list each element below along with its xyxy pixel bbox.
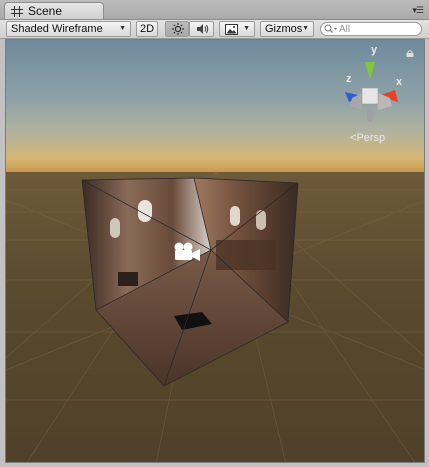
scene-graphics bbox=[6, 62, 424, 462]
gizmos-dropdown[interactable]: Gizmos ▼ bbox=[260, 21, 314, 37]
draw-mode-label: Shaded Wireframe bbox=[11, 23, 103, 35]
search-icon bbox=[324, 24, 337, 33]
draw-mode-dropdown[interactable]: Shaded Wireframe ▼ bbox=[6, 21, 131, 37]
search-placeholder: All bbox=[339, 23, 351, 35]
scene-toolbar: Shaded Wireframe ▼ 2D ▼ Gizmos ▼ All bbox=[0, 20, 429, 39]
2d-label: 2D bbox=[140, 23, 155, 35]
dropdown-arrow-icon: ▼ bbox=[119, 25, 126, 32]
speaker-icon bbox=[197, 24, 209, 34]
lock-icon[interactable] bbox=[406, 50, 414, 57]
tab-menu-icon[interactable]: ▾☰ bbox=[412, 5, 424, 16]
dropdown-arrow-icon: ▼ bbox=[302, 25, 309, 32]
lighting-toggle-button[interactable] bbox=[165, 21, 189, 37]
sun-icon bbox=[172, 23, 184, 35]
effects-dropdown[interactable]: ▼ bbox=[219, 21, 255, 37]
tab-label: Scene bbox=[28, 4, 63, 18]
image-icon bbox=[225, 23, 238, 35]
skybox-cube[interactable] bbox=[81, 177, 299, 387]
scene-window: Scene ▾☰ Shaded Wireframe ▼ 2D ▼ Gizmos … bbox=[0, 0, 429, 467]
dropdown-arrow-icon: ▼ bbox=[243, 25, 250, 32]
gizmos-label: Gizmos bbox=[265, 23, 303, 35]
search-input[interactable]: All bbox=[320, 22, 422, 36]
gizmo-x-label: x bbox=[396, 76, 403, 88]
projection-toggle[interactable]: <Persp bbox=[350, 132, 385, 144]
tab-bar: Scene ▾☰ bbox=[0, 0, 429, 20]
gizmo-y-cone[interactable] bbox=[365, 62, 375, 80]
orientation-gizmo[interactable] bbox=[345, 62, 398, 122]
projection-label: Persp bbox=[356, 132, 386, 144]
tab-scene[interactable]: Scene bbox=[4, 2, 104, 19]
scene-hash-icon bbox=[11, 5, 24, 17]
gizmo-z-label: z bbox=[346, 73, 352, 85]
2d-toggle-button[interactable]: 2D bbox=[136, 21, 158, 37]
audio-toggle-button[interactable] bbox=[189, 21, 214, 37]
gizmo-y-label: y bbox=[371, 44, 378, 56]
scene-viewport[interactable]: y x z <Persp bbox=[5, 39, 425, 463]
